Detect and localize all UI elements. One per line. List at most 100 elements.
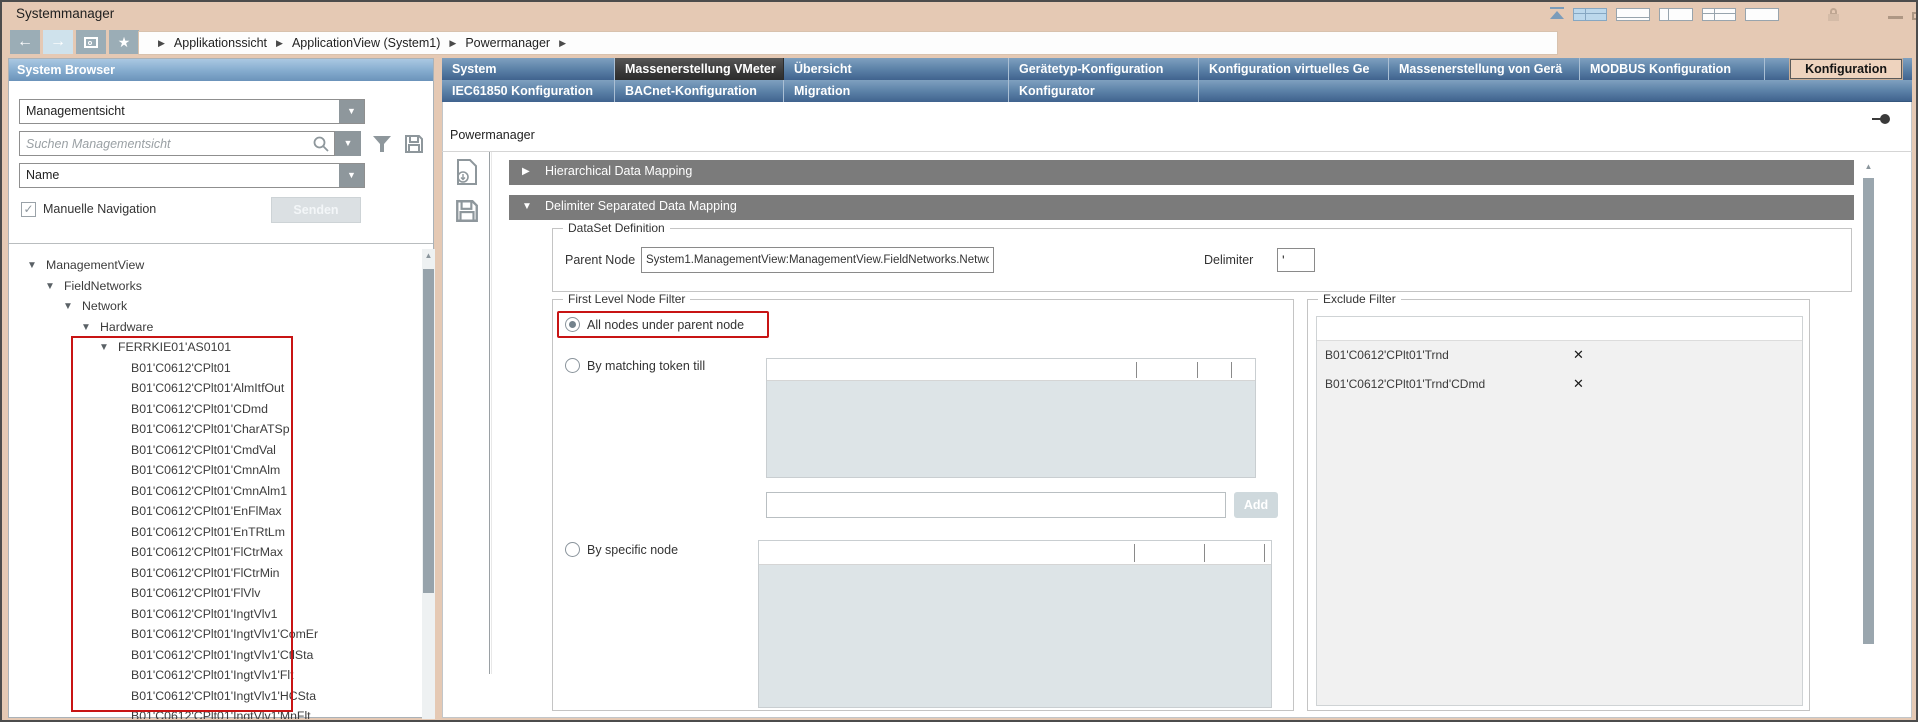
tab-iec61850-konfiguration[interactable]: IEC61850 Konfiguration xyxy=(442,80,615,102)
forward-button[interactable]: → xyxy=(43,30,73,54)
exclude-table: B01'C0612'CPlt01'Trnd✕B01'C0612'CPlt01'T… xyxy=(1316,316,1803,706)
layout-grid-icon[interactable] xyxy=(1573,8,1607,21)
tree-item[interactable]: B01'C0612'CPlt01'CmnAlm xyxy=(9,462,419,482)
tree-item[interactable]: B01'C0612'CPlt01'FlVlv xyxy=(9,585,419,605)
tree-item-label: B01'C0612'CPlt01'IngtVlv1'CtlSta xyxy=(131,648,313,662)
tree-item[interactable]: B01'C0612'CPlt01'CharATSp xyxy=(9,421,419,441)
history-button[interactable] xyxy=(76,30,106,54)
layout-left-icon[interactable] xyxy=(1659,8,1693,21)
tree-item[interactable]: ▼Hardware xyxy=(9,319,419,339)
delimiter-input[interactable] xyxy=(1277,248,1315,272)
scroll-up-icon[interactable]: ▲ xyxy=(1862,162,1875,171)
tree-expand-icon[interactable]: ▼ xyxy=(27,260,37,271)
remove-icon[interactable]: ✕ xyxy=(1573,376,1584,392)
dock-pane-icon[interactable] xyxy=(1550,11,1564,19)
radio-matching-token[interactable] xyxy=(565,358,580,373)
expand-arrow-icon[interactable]: ▶ xyxy=(522,166,530,177)
tree-item[interactable]: ▼Network xyxy=(9,298,419,318)
tree-item[interactable]: B01'C0612'CPlt01'FlCtrMax xyxy=(9,544,419,564)
search-dropdown-button[interactable]: ▼ xyxy=(335,131,361,156)
tree-item[interactable]: B01'C0612'CPlt01'EnFlMax xyxy=(9,503,419,523)
konfiguration-mode-button[interactable]: Konfiguration xyxy=(1790,59,1902,79)
tree-item[interactable]: B01'C0612'CPlt01'IngtVlv1'Flt xyxy=(9,667,419,687)
tree-item[interactable]: B01'C0612'CPlt01'AlmItfOut xyxy=(9,380,419,400)
layout-bottom-icon[interactable] xyxy=(1616,8,1650,21)
tree-item[interactable]: B01'C0612'CPlt01'IngtVlv1'CtlSta xyxy=(9,647,419,667)
tab-konfigurator[interactable]: Konfigurator xyxy=(1009,80,1199,102)
history-icon xyxy=(84,37,98,48)
layout-single-icon[interactable] xyxy=(1745,8,1779,21)
tree-item[interactable]: ▼ManagementView xyxy=(9,257,419,277)
tree-item[interactable]: B01'C0612'CPlt01'IngtVlv1'HCSta xyxy=(9,688,419,708)
add-button[interactable]: Add xyxy=(1234,492,1278,518)
remove-icon[interactable]: ✕ xyxy=(1573,347,1584,363)
divider xyxy=(489,152,490,674)
tab-massenerstellung-vmeter[interactable]: Massenerstellung VMeter xyxy=(615,58,784,80)
tab-massenerstellung-von-gerä[interactable]: Massenerstellung von Gerä xyxy=(1389,58,1580,80)
content-scrollbar[interactable]: ▲ xyxy=(1862,162,1875,674)
tree-item[interactable]: B01'C0612'CPlt01'CDmd xyxy=(9,401,419,421)
breadcrumb-item[interactable]: Applikationssicht xyxy=(174,36,267,50)
send-button[interactable]: Senden xyxy=(271,197,361,223)
chevron-down-icon[interactable]: ▼ xyxy=(339,164,364,187)
scroll-up-icon[interactable]: ▲ xyxy=(422,251,435,260)
tab-bacnet-konfiguration[interactable]: BACnet-Konfiguration xyxy=(615,80,784,102)
tree-item-label: B01'C0612'CPlt01'FlVlv xyxy=(131,586,260,600)
tree-item[interactable]: B01'C0612'CPlt01'EnTRtLm xyxy=(9,524,419,544)
back-button[interactable]: ← xyxy=(10,30,40,54)
system-tree: ▼ManagementView▼FieldNetworks▼Network▼Ha… xyxy=(9,249,419,719)
radio-all-nodes[interactable] xyxy=(565,317,580,332)
token-input[interactable] xyxy=(766,492,1226,518)
parent-node-input[interactable] xyxy=(641,247,994,273)
specific-node-table[interactable] xyxy=(758,540,1272,708)
chevron-down-icon: ▼ xyxy=(344,138,353,148)
sort-dropdown-value: Name xyxy=(20,164,364,187)
tab-migration[interactable]: Migration xyxy=(784,80,1009,102)
scrollbar-thumb[interactable] xyxy=(423,269,434,593)
tree-item[interactable]: ▼FERRKIE01'AS0101 xyxy=(9,339,419,359)
search-field[interactable] xyxy=(19,131,335,156)
tree-expand-icon[interactable]: ▼ xyxy=(63,301,73,312)
collapse-arrow-icon[interactable]: ▼ xyxy=(522,201,532,212)
save-filter-icon[interactable] xyxy=(402,132,426,156)
import-file-icon[interactable] xyxy=(454,158,480,186)
section-delimiter-mapping[interactable]: ▼ Delimiter Separated Data Mapping xyxy=(509,195,1854,220)
navigation-toolbar: ← → ★ ▶Applikationssicht▶ApplicationView… xyxy=(2,28,1916,56)
tree-item[interactable]: B01'C0612'CPlt01'FlCtrMin xyxy=(9,565,419,585)
restore-button[interactable] xyxy=(1912,9,1918,20)
subtab-powermanager[interactable]: Powermanager xyxy=(450,128,535,142)
sidebar-scrollbar[interactable]: ▲ xyxy=(422,249,435,719)
scrollbar-thumb[interactable] xyxy=(1863,178,1874,644)
pin-icon[interactable] xyxy=(1872,114,1892,124)
layout-quad-icon[interactable] xyxy=(1702,8,1736,21)
sort-dropdown[interactable]: Name ▼ xyxy=(19,163,365,188)
tree-item[interactable]: B01'C0612'CPlt01 xyxy=(9,360,419,380)
tree-item[interactable]: B01'C0612'CPlt01'IngtVlv1'ComEr xyxy=(9,626,419,646)
tree-expand-icon[interactable]: ▼ xyxy=(81,322,91,333)
view-dropdown[interactable]: Managementsicht ▼ xyxy=(19,99,365,124)
breadcrumb-item[interactable]: ApplicationView (System1) xyxy=(292,36,440,50)
breadcrumb-item[interactable]: Powermanager xyxy=(465,36,550,50)
tree-item[interactable]: B01'C0612'CPlt01'CmnAlm1 xyxy=(9,483,419,503)
tab-konfiguration-virtuelles-ge[interactable]: Konfiguration virtuelles Ge xyxy=(1199,58,1389,80)
save-icon[interactable] xyxy=(454,198,480,224)
minimize-button[interactable] xyxy=(1888,16,1903,19)
manual-navigation-checkbox[interactable]: ✓ xyxy=(21,202,36,217)
tab-gerätetyp-konfiguration[interactable]: Gerätetyp-Konfiguration xyxy=(1009,58,1199,80)
section-hierarchical-mapping[interactable]: ▶ Hierarchical Data Mapping xyxy=(509,160,1854,185)
search-input[interactable] xyxy=(20,132,334,155)
tab-übersicht[interactable]: Übersicht xyxy=(784,58,1009,80)
chevron-down-icon[interactable]: ▼ xyxy=(339,100,364,123)
tree-expand-icon[interactable]: ▼ xyxy=(45,281,55,292)
tree-item[interactable]: B01'C0612'CPlt01'IngtVlv1 xyxy=(9,606,419,626)
favorites-button[interactable]: ★ xyxy=(109,30,139,54)
filter-icon[interactable] xyxy=(370,132,394,156)
radio-specific-node[interactable] xyxy=(565,542,580,557)
tree-item[interactable]: B01'C0612'CPlt01'IngtVlv1'MnFlt xyxy=(9,708,419,719)
tab-system[interactable]: System xyxy=(442,58,615,80)
tree-item[interactable]: B01'C0612'CPlt01'CmdVal xyxy=(9,442,419,462)
tab-modbus-konfiguration[interactable]: MODBUS Konfiguration xyxy=(1580,58,1765,80)
tree-expand-icon[interactable]: ▼ xyxy=(99,342,109,353)
tree-item[interactable]: ▼FieldNetworks xyxy=(9,278,419,298)
token-table[interactable] xyxy=(766,358,1256,478)
